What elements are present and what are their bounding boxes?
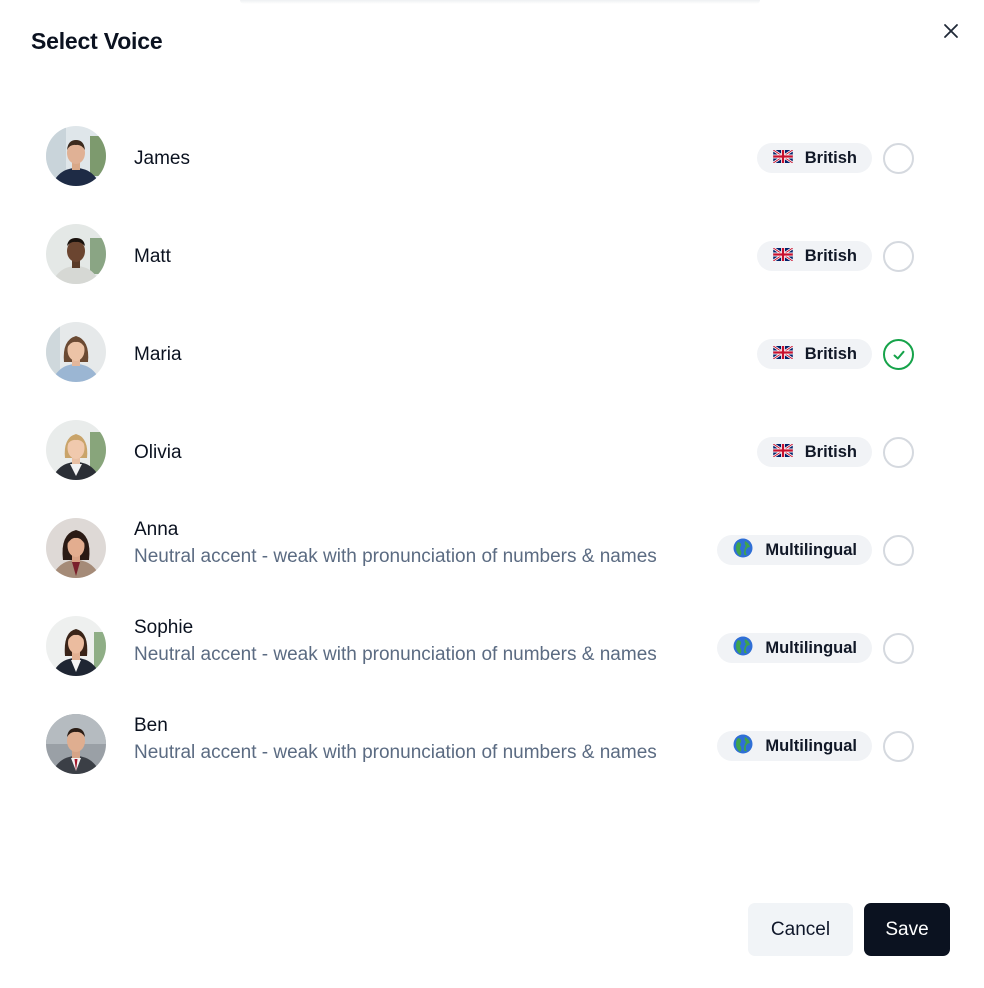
uk-flag-icon [772,344,794,364]
voice-description: Neutral accent - weak with pronunciation… [134,644,657,665]
top-edge-shadow [240,0,760,4]
voice-description: Neutral accent - weak with pronunciation… [134,546,657,567]
voice-radio[interactable] [883,731,914,762]
globe-icon [733,734,753,759]
accent-badge: British [756,143,872,173]
voice-name: Sophie [134,617,194,638]
badge-label: British [804,246,857,265]
accent-badge: British [756,241,872,271]
voice-name: Olivia [134,442,182,463]
badge-label: British [804,344,857,363]
accent-badge: Multilingual [717,535,872,565]
uk-flag-icon [772,246,794,266]
badge-label: Multilingual [765,638,857,657]
voice-name: Ben [134,715,168,736]
accent-badge: Multilingual [717,731,872,761]
voice-row-james[interactable]: James British [0,110,984,208]
avatar [46,518,106,578]
voice-row-olivia[interactable]: Olivia British [0,404,984,502]
voice-radio[interactable] [883,437,914,468]
avatar [46,616,106,676]
uk-flag-icon [772,442,794,462]
voice-radio[interactable] [883,143,914,174]
badge-label: British [804,442,857,461]
cancel-button[interactable]: Cancel [748,903,853,956]
accent-badge: British [756,437,872,467]
avatar [46,420,106,480]
dialog-title: Select Voice [31,28,163,54]
accent-badge: British [756,339,872,369]
voice-row-ben[interactable]: Ben Neutral accent - weak with pronuncia… [0,698,984,796]
save-button[interactable]: Save [864,903,950,956]
check-icon [893,350,904,359]
avatar [46,714,106,774]
uk-flag-icon [772,148,794,168]
voice-row-matt[interactable]: Matt British [0,208,984,306]
badge-label: British [804,148,857,167]
voice-name: Matt [134,246,171,267]
voice-name: Anna [134,519,179,540]
voice-row-maria[interactable]: Maria British [0,306,984,404]
globe-icon [733,538,753,563]
voice-name: Maria [134,344,182,365]
close-icon[interactable] [943,23,959,39]
voice-radio[interactable] [883,339,914,370]
voice-radio[interactable] [883,535,914,566]
badge-label: Multilingual [765,540,857,559]
avatar [46,126,106,186]
voice-radio[interactable] [883,633,914,664]
voice-row-anna[interactable]: Anna Neutral accent - weak with pronunci… [0,502,984,600]
accent-badge: Multilingual [717,633,872,663]
voice-radio[interactable] [883,241,914,272]
globe-icon [733,636,753,661]
avatar [46,322,106,382]
close-button[interactable] [936,18,966,44]
avatar [46,224,106,284]
badge-label: Multilingual [765,736,857,755]
voice-list: James British Matt British Maria British… [0,110,984,796]
voice-name: James [134,148,190,169]
voice-description: Neutral accent - weak with pronunciation… [134,742,657,763]
select-voice-dialog: Select Voice James British Matt British … [0,0,984,988]
voice-row-sophie[interactable]: Sophie Neutral accent - weak with pronun… [0,600,984,698]
